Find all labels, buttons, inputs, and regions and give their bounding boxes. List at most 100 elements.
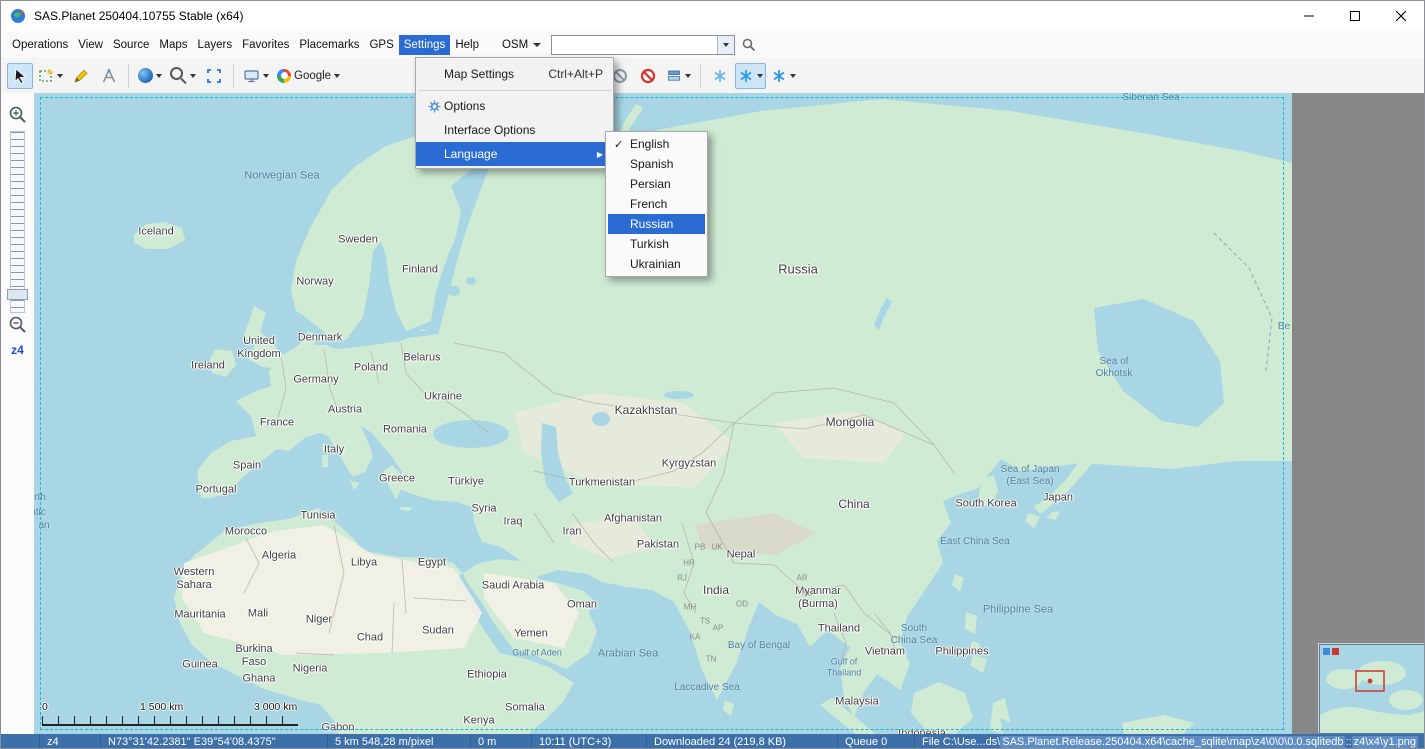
menuitem-english[interactable]: ✓ English	[608, 134, 705, 154]
fullscreen-button[interactable]	[201, 63, 227, 89]
zoom-slider-handle[interactable]	[7, 289, 28, 300]
minimap-tool-icon[interactable]	[1323, 648, 1330, 655]
menuitem-interface-options[interactable]: Interface Options	[416, 118, 613, 142]
menu-settings[interactable]: Settings	[399, 35, 451, 55]
selection-manager-button[interactable]	[35, 63, 66, 89]
close-icon	[1396, 11, 1406, 21]
menu-favorites[interactable]: Favorites	[237, 35, 294, 55]
search-combobox[interactable]	[551, 35, 735, 55]
menu-source[interactable]: Source	[108, 35, 154, 55]
scale-label-end: 3 000 km	[254, 701, 297, 713]
marks-icon	[712, 68, 728, 84]
magnifier-icon	[170, 67, 183, 80]
menuitem-label: Map Settings	[444, 67, 530, 81]
maximize-button[interactable]	[1332, 1, 1378, 31]
map-source-select[interactable]: OSM	[498, 37, 545, 53]
scale-bar: 0 1 500 km 3 000 km	[42, 705, 298, 727]
window-controls	[1286, 1, 1424, 31]
tracks-icon	[771, 68, 787, 84]
menuitem-label: English	[630, 137, 669, 151]
select-tool-button[interactable]	[7, 63, 33, 89]
marks-toggle-button[interactable]	[707, 63, 733, 89]
minimize-icon	[1304, 11, 1314, 21]
menu-gps[interactable]: GPS	[364, 35, 398, 55]
google-search-button[interactable]: Google	[274, 63, 343, 89]
menuitem-turkish[interactable]: Turkish	[608, 234, 705, 254]
menuitem-map-settings[interactable]: Map Settings Ctrl+Alt+P	[416, 60, 613, 87]
zoom-panel: z4	[1, 93, 35, 734]
placemarks-button[interactable]	[735, 63, 766, 89]
toolbar-separator	[233, 64, 234, 88]
close-button[interactable]	[1378, 1, 1424, 31]
menu-layers[interactable]: Layers	[193, 35, 238, 55]
gear-icon	[424, 100, 444, 113]
menu-help[interactable]: Help	[450, 35, 484, 55]
view-mode-button[interactable]	[240, 63, 272, 89]
zoom-out-icon[interactable]	[8, 315, 27, 334]
selection-rect-icon	[38, 68, 54, 84]
menuitem-russian[interactable]: Russian	[608, 214, 705, 234]
statusbar: z4 N73°31'42.2381" E39°54'08.4375" 5 km …	[1, 734, 1425, 749]
menuitem-options[interactable]: Options	[416, 94, 613, 118]
measure-tool-button[interactable]	[96, 63, 122, 89]
menuitem-persian[interactable]: Persian	[608, 174, 705, 194]
menuitem-label: Turkish	[630, 237, 669, 251]
menuitem-spanish[interactable]: Spanish	[608, 154, 705, 174]
download-manager-button[interactable]	[663, 63, 694, 89]
chevron-down-icon	[57, 74, 63, 81]
projection-button[interactable]	[135, 63, 165, 89]
search-icon	[742, 38, 756, 52]
minimap-close-icon[interactable]	[1332, 648, 1339, 655]
status-file-tile: z4\x4\y1.png	[1352, 736, 1418, 748]
menuitem-label: Interface Options	[444, 123, 603, 137]
menuitem-shortcut: Ctrl+Alt+P	[548, 67, 603, 81]
scale-ruler	[42, 716, 298, 726]
menuitem-language[interactable]: Language ▶	[416, 142, 613, 166]
tracks-button[interactable]	[768, 63, 799, 89]
menu-view[interactable]: View	[73, 35, 108, 55]
status-queue: Queue 0	[838, 734, 915, 749]
app-icon	[10, 8, 26, 24]
status-file-prefix: File C:\Use...ds\	[922, 736, 1000, 748]
menuitem-label: Ukrainian	[630, 257, 681, 271]
menu-maps[interactable]: Maps	[154, 35, 192, 55]
menuitem-label: Persian	[630, 177, 671, 191]
draw-tool-button[interactable]	[68, 63, 94, 89]
zoom-tool-button[interactable]	[167, 63, 199, 89]
fullscreen-icon	[206, 68, 222, 84]
monitor-icon	[243, 68, 260, 84]
map-source-label: OSM	[502, 39, 528, 51]
status-time: 10:11 (UTC+3)	[532, 734, 647, 749]
toolbar: Google	[1, 58, 1424, 94]
menuitem-ukrainian[interactable]: Ukrainian	[608, 254, 705, 274]
status-coordinates: N73°31'42.2381" E39°54'08.4375"	[101, 734, 328, 749]
chevron-down-icon	[685, 74, 691, 81]
chevron-down-icon	[757, 74, 763, 81]
menu-placemarks[interactable]: Placemarks	[294, 35, 364, 55]
right-dock-panel	[1292, 93, 1425, 734]
status-grip	[1, 734, 40, 749]
toolbar-separator	[128, 64, 129, 88]
chevron-down-icon	[156, 74, 162, 81]
google-label: Google	[294, 70, 331, 82]
menu-operations[interactable]: Operations	[7, 35, 73, 55]
status-file-path: SAS.Planet.Release.250404.x64\cache_sqli…	[1000, 736, 1345, 748]
submenu-arrow-icon: ▶	[597, 150, 603, 159]
layers-icon	[666, 68, 682, 84]
search-go-button[interactable]	[742, 38, 756, 52]
search-combobox-dropdown[interactable]	[717, 36, 734, 54]
app-window: SAS.Planet 250404.10755 Stable (x64) Ope…	[0, 0, 1425, 749]
titlebar: SAS.Planet 250404.10755 Stable (x64)	[1, 1, 1424, 31]
minimize-button[interactable]	[1286, 1, 1332, 31]
menuitem-label: Options	[444, 99, 603, 113]
menubar: Operations View Source Maps Layers Favor…	[1, 31, 1424, 59]
google-icon	[277, 69, 291, 83]
cancel-download-button[interactable]	[635, 63, 661, 89]
chevron-down-icon	[190, 74, 196, 81]
menuitem-french[interactable]: French	[608, 194, 705, 214]
zoom-slider[interactable]	[10, 131, 25, 313]
placemarks-icon	[738, 68, 754, 84]
status-file: File C:\Use...ds\SAS.Planet.Release.2504…	[915, 734, 1425, 749]
overview-minimap[interactable]	[1319, 644, 1425, 734]
zoom-in-icon[interactable]	[8, 105, 27, 124]
